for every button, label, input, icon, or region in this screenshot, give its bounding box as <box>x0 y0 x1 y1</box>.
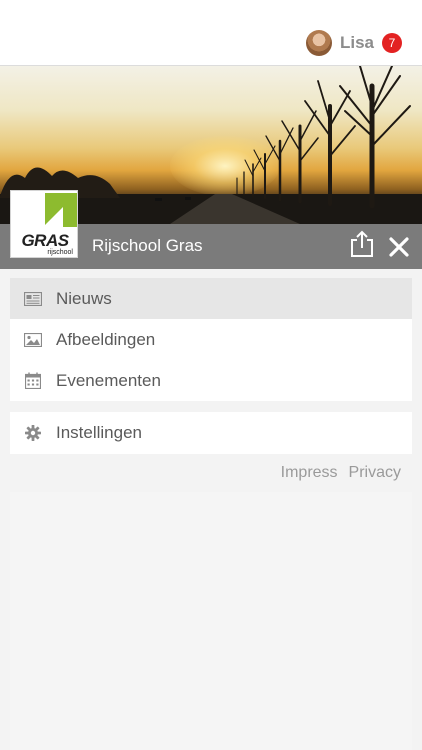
footer-links: Impress Privacy <box>281 464 401 482</box>
top-bar: Lisa 7 <box>0 0 422 66</box>
menu-item-nieuws[interactable]: Nieuws <box>10 278 412 319</box>
logo-subtitle: rijschool <box>47 249 73 256</box>
logo-leaf-mark <box>45 193 77 227</box>
menu-label-afbeeldingen: Afbeeldingen <box>56 329 156 349</box>
newspaper-icon <box>10 291 56 306</box>
user-name[interactable]: Lisa <box>340 33 374 53</box>
menu-item-afbeeldingen[interactable]: Afbeeldingen <box>10 319 412 360</box>
notification-badge[interactable]: 7 <box>382 33 402 53</box>
user-profile[interactable]: Lisa 7 <box>305 30 402 56</box>
share-button[interactable] <box>350 230 374 258</box>
privacy-link[interactable]: Privacy <box>349 464 401 482</box>
school-logo[interactable]: GRAS rijschool <box>10 190 78 258</box>
menu-item-evenementen[interactable]: Evenementen <box>10 360 412 401</box>
menu-item-instellingen[interactable]: Instellingen <box>10 412 412 454</box>
impress-link[interactable]: Impress <box>281 464 338 482</box>
logo-wordmark: GRAS <box>21 231 69 250</box>
gear-icon <box>10 425 56 441</box>
avatar[interactable] <box>305 30 332 56</box>
menu-label-instellingen: Instellingen <box>56 423 143 442</box>
menu-label-evenementen: Evenementen <box>56 370 161 390</box>
close-button[interactable] <box>388 236 410 258</box>
menu-label-nieuws: Nieuws <box>56 288 112 308</box>
calendar-icon <box>10 372 56 389</box>
school-name: Rijschool Gras <box>92 236 203 255</box>
close-icon <box>389 237 409 257</box>
image-icon <box>10 332 56 347</box>
navigation-menu: Nieuws Afbeeldingen Evenementen <box>10 278 412 401</box>
content-area <box>10 492 412 750</box>
share-icon <box>351 230 373 257</box>
